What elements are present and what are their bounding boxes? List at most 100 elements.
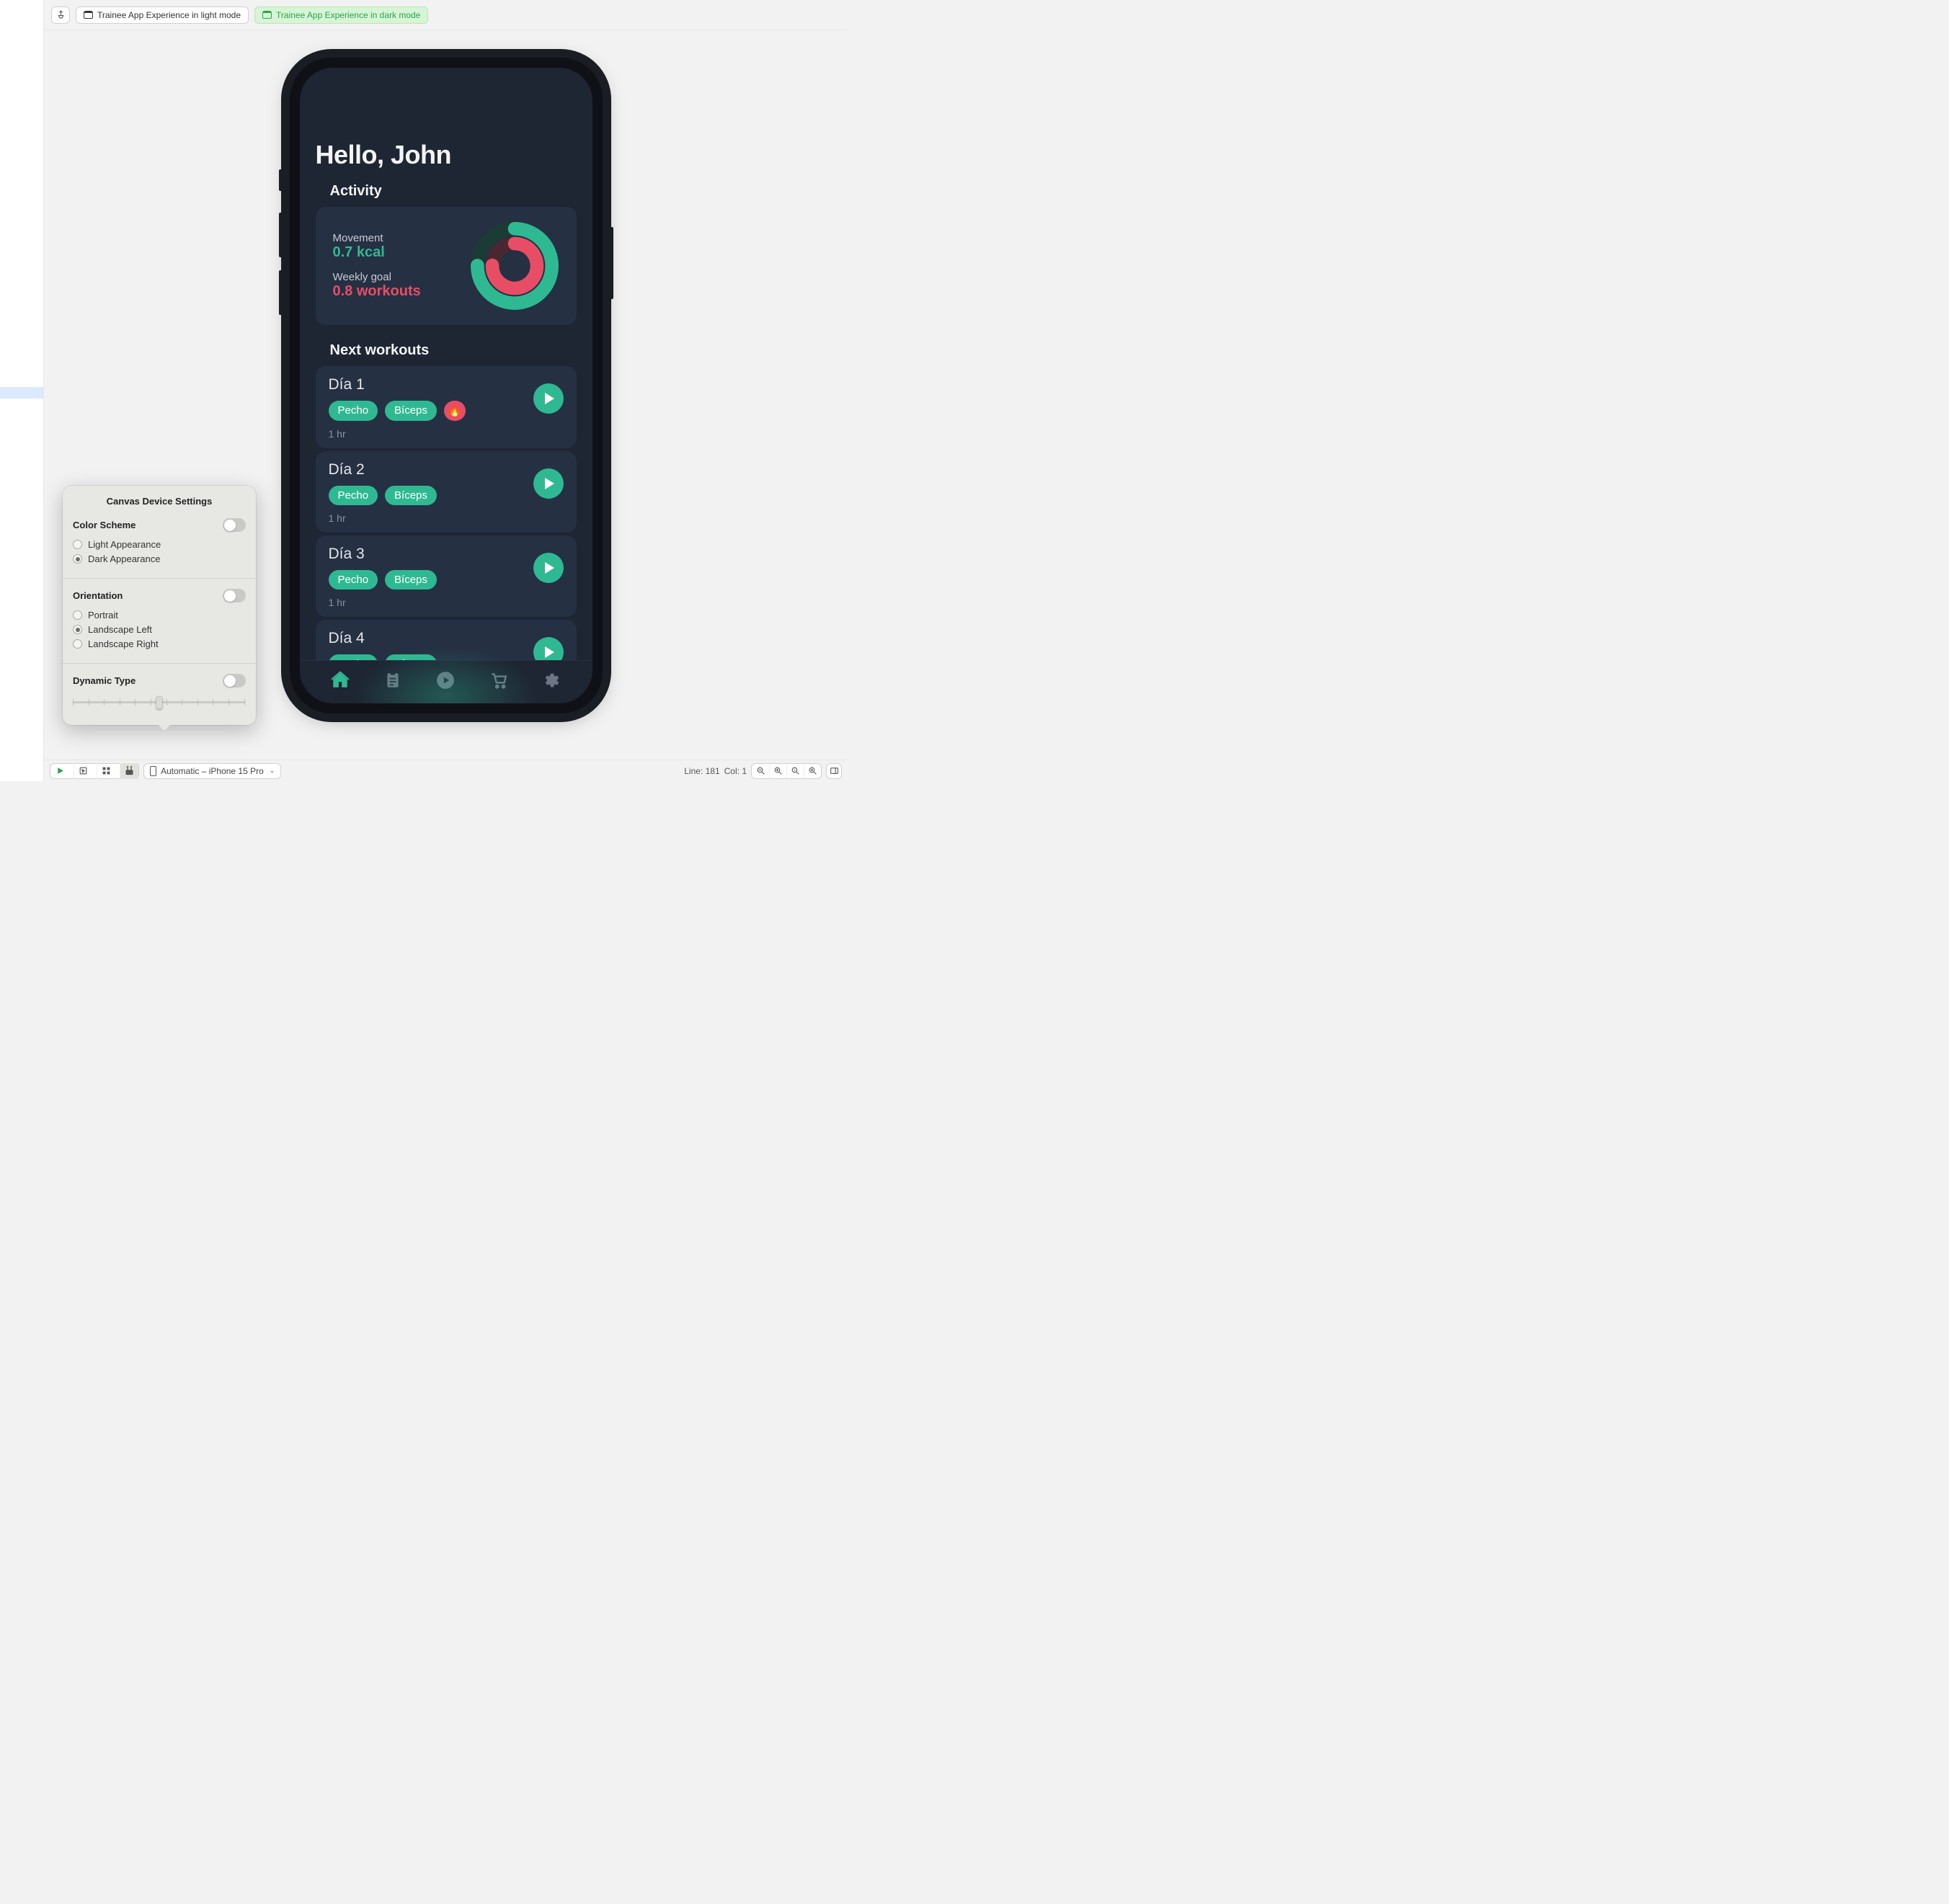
chip-label: Trainee App Experience in light mode <box>97 10 241 20</box>
tag: Pecho <box>329 570 378 590</box>
radio-label: Light Appearance <box>88 539 161 550</box>
radio-label: Landscape Left <box>88 624 152 635</box>
toggle-minimap-button[interactable] <box>826 763 842 779</box>
preview-chip-dark[interactable]: Trainee App Experience in dark mode <box>254 6 428 24</box>
radio-label: Dark Appearance <box>88 553 160 564</box>
app-scrollview[interactable]: Hello, John Activity Movement 0.7 kcal W… <box>300 68 592 660</box>
side-button <box>611 227 613 299</box>
status-col: Col: 1 <box>724 766 747 776</box>
play-button[interactable] <box>533 468 564 499</box>
zoom-controls: 1 <box>751 763 822 779</box>
case-icon <box>84 11 93 19</box>
orientation-heading: Orientation <box>73 590 123 601</box>
color-scheme-section: Color Scheme Light Appearance Dark Appea… <box>63 518 256 578</box>
workout-title: Día 1 <box>329 376 564 393</box>
live-preview-button[interactable] <box>50 763 69 779</box>
editor-gutter <box>0 0 44 781</box>
device-picker[interactable]: Automatic – iPhone 15 Pro ⌄ <box>143 763 281 779</box>
zoom-actual-button[interactable]: 1 <box>786 764 804 778</box>
tag: Bíceps <box>385 570 437 590</box>
radio-icon <box>73 625 82 634</box>
popover-title: Canvas Device Settings <box>63 496 256 507</box>
activity-heading: Activity <box>316 183 577 200</box>
weekly-label: Weekly goal <box>333 271 421 283</box>
dynamic-type-toggle[interactable] <box>223 674 246 688</box>
dynamic-type-slider[interactable] <box>73 695 246 709</box>
radio-light-appearance[interactable]: Light Appearance <box>73 539 246 550</box>
device-screen[interactable]: Hello, John Activity Movement 0.7 kcal W… <box>300 68 592 703</box>
tab-home[interactable] <box>329 669 352 692</box>
workout-duration: 1 hr <box>329 597 564 608</box>
canvas-top-toolbar: Trainee App Experience in light mode Tra… <box>44 0 848 30</box>
status-line: Line: 181 <box>684 766 719 776</box>
canvas-bottom-toolbar: Automatic – iPhone 15 Pro ⌄ Line: 181 Co… <box>44 760 848 781</box>
orientation-section: Orientation Portrait Landscape Left Land… <box>63 578 256 663</box>
radio-landscape-right[interactable]: Landscape Right <box>73 639 246 649</box>
workouts-list: Día 1 Pecho Bíceps 🔥 1 hr Día 2 Pecho <box>316 366 577 660</box>
tag: Pecho <box>329 486 378 505</box>
color-scheme-toggle[interactable] <box>223 518 246 532</box>
next-workouts-heading: Next workouts <box>316 342 577 359</box>
tab-play[interactable] <box>434 669 457 692</box>
workout-card[interactable]: Día 4 Pecho Bíceps <box>316 620 577 660</box>
tag: Bíceps <box>385 654 437 660</box>
workout-tags: Pecho Bíceps 🔥 <box>329 401 564 421</box>
svg-text:1: 1 <box>794 768 796 772</box>
workout-duration: 1 hr <box>329 428 564 440</box>
workout-card[interactable]: Día 1 Pecho Bíceps 🔥 1 hr <box>316 366 577 448</box>
side-button <box>279 169 282 191</box>
device-frame: Hello, John Activity Movement 0.7 kcal W… <box>290 58 603 713</box>
tag: Bíceps <box>385 401 437 421</box>
greeting-title: Hello, John <box>316 140 577 170</box>
editor-selection <box>0 387 43 399</box>
radio-icon <box>73 554 82 564</box>
workout-title: Día 3 <box>329 546 564 563</box>
workout-card[interactable]: Día 2 Pecho Bíceps 1 hr <box>316 451 577 533</box>
chip-label: Trainee App Experience in dark mode <box>276 10 420 20</box>
pin-button[interactable] <box>51 6 70 24</box>
side-button <box>279 213 282 257</box>
activity-rings <box>470 221 559 311</box>
weekly-value: 0.8 workouts <box>333 283 421 300</box>
device-settings-button[interactable] <box>120 763 138 779</box>
canvas-mode-buttons <box>50 763 139 779</box>
selectable-button[interactable] <box>74 763 92 779</box>
tab-cart[interactable] <box>487 669 510 692</box>
activity-stats: Movement 0.7 kcal Weekly goal 0.8 workou… <box>333 232 421 300</box>
play-button[interactable] <box>533 553 564 583</box>
workout-card[interactable]: Día 3 Pecho Bíceps 1 hr <box>316 535 577 617</box>
dynamic-type-section: Dynamic Type <box>63 663 256 719</box>
radio-label: Portrait <box>88 610 118 620</box>
activity-card[interactable]: Movement 0.7 kcal Weekly goal 0.8 workou… <box>316 207 577 325</box>
orientation-toggle[interactable] <box>223 589 246 602</box>
tag: Pecho <box>329 401 378 421</box>
radio-portrait[interactable]: Portrait <box>73 610 246 620</box>
radio-dark-appearance[interactable]: Dark Appearance <box>73 553 246 564</box>
tab-settings[interactable] <box>540 669 563 692</box>
tab-list[interactable] <box>381 669 404 692</box>
radio-landscape-left[interactable]: Landscape Left <box>73 624 246 635</box>
tab-bar <box>300 660 592 703</box>
movement-value: 0.7 kcal <box>333 244 421 261</box>
zoom-out-button[interactable] <box>752 764 769 778</box>
play-button[interactable] <box>533 383 564 414</box>
radio-label: Landscape Right <box>88 639 159 649</box>
preview-chip-light[interactable]: Trainee App Experience in light mode <box>76 6 249 24</box>
zoom-fit-button[interactable] <box>769 764 786 778</box>
fire-tag: 🔥 <box>444 401 466 421</box>
canvas-device-settings-popover: Canvas Device Settings Color Scheme Ligh… <box>63 486 256 725</box>
color-scheme-heading: Color Scheme <box>73 520 136 530</box>
tag: Pecho <box>329 654 378 660</box>
canvas-area[interactable]: Hello, John Activity Movement 0.7 kcal W… <box>44 30 848 760</box>
workout-tags: Pecho Bíceps <box>329 654 564 660</box>
slider-thumb[interactable] <box>156 696 163 709</box>
zoom-in-button[interactable] <box>804 764 821 778</box>
radio-icon <box>73 610 82 620</box>
movement-label: Movement <box>333 232 421 244</box>
dynamic-type-heading: Dynamic Type <box>73 675 136 686</box>
workout-title: Día 4 <box>329 630 564 647</box>
workout-duration: 1 hr <box>329 512 564 524</box>
variants-button[interactable] <box>97 763 115 779</box>
side-button <box>279 270 282 315</box>
workout-title: Día 2 <box>329 461 564 479</box>
